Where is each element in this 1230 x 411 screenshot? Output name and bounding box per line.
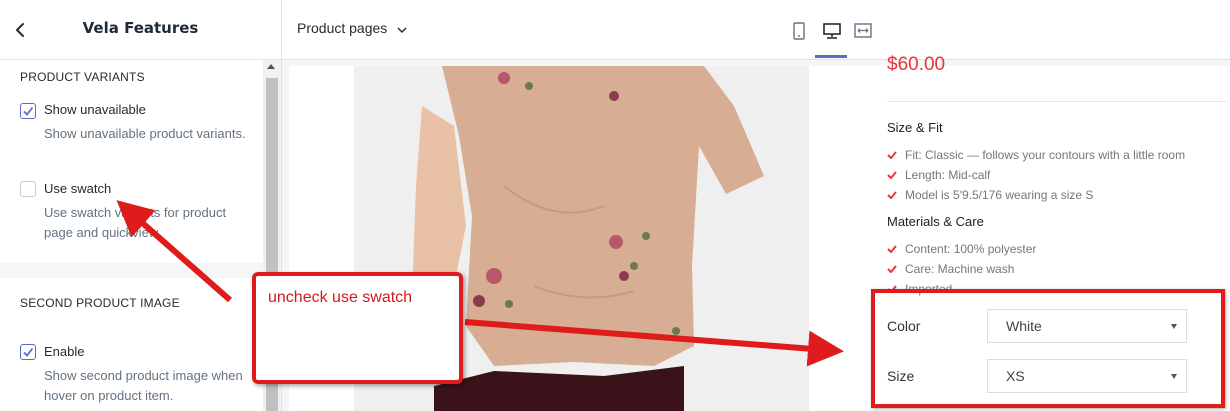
list-item: Model is 5'9.5/176 wearing a size S — [887, 188, 1093, 202]
checkbox-label[interactable]: Show unavailable — [44, 102, 146, 117]
desktop-view-button[interactable] — [816, 18, 846, 44]
sidebar-header: Vela Features — [0, 0, 281, 60]
list-item: Length: Mid-calf — [887, 168, 990, 182]
checkbox-help-text: Show unavailable product variants. — [44, 126, 246, 141]
chevron-down-icon — [397, 21, 407, 37]
checkmark-icon — [23, 347, 34, 357]
second-product-image-section: SECOND PRODUCT IMAGE Enable Show second … — [0, 278, 263, 411]
checkmark-icon — [23, 106, 34, 116]
sidebar-title: Vela Features — [82, 19, 199, 37]
list-item: Fit: Classic — follows your contours wit… — [887, 148, 1185, 162]
annotation-callout: uncheck use swatch — [252, 272, 463, 384]
check-icon — [887, 242, 897, 256]
page-type-label: Product pages — [297, 20, 388, 36]
check-icon — [887, 148, 897, 162]
product-price: $60.00 — [887, 54, 946, 75]
page-type-dropdown[interactable]: Product pages — [297, 20, 407, 37]
checkbox-help-text: Show second product image when hover on … — [44, 368, 243, 403]
check-icon — [887, 262, 897, 276]
list-item: Content: 100% polyester — [887, 242, 1036, 256]
desktop-icon — [823, 23, 841, 39]
product-variants-section: PRODUCT VARIANTS Show unavailable Show u… — [0, 60, 263, 263]
enable-checkbox[interactable] — [20, 344, 36, 360]
preview-toolbar: Product pages — [282, 0, 1230, 60]
section-heading: SECOND PRODUCT IMAGE — [20, 296, 180, 310]
size-fit-heading: Size & Fit — [887, 120, 943, 135]
section-heading: PRODUCT VARIANTS — [20, 70, 145, 84]
theme-editor: Vela Features PRODUCT VARIANTS Show unav… — [0, 0, 1230, 411]
divider — [887, 101, 1227, 102]
materials-heading: Materials & Care — [887, 214, 984, 229]
fullscreen-icon — [854, 23, 872, 38]
show-unavailable-checkbox[interactable] — [20, 103, 36, 119]
callout-text: uncheck use swatch — [268, 289, 413, 306]
mobile-view-button[interactable] — [785, 18, 815, 44]
checkbox-label[interactable]: Use swatch — [44, 181, 111, 196]
check-icon — [887, 188, 897, 202]
list-item: Care: Machine wash — [887, 262, 1014, 276]
check-icon — [887, 168, 897, 182]
use-swatch-checkbox[interactable] — [20, 181, 36, 197]
active-device-indicator — [815, 55, 847, 58]
checkbox-label[interactable]: Enable — [44, 344, 84, 359]
highlight-box — [871, 289, 1225, 408]
fullscreen-view-button[interactable] — [847, 18, 877, 44]
mobile-icon — [793, 22, 805, 40]
checkbox-help-text: Use swatch variants for product page and… — [44, 205, 227, 240]
scroll-up-icon[interactable] — [267, 64, 275, 69]
settings-sidebar: Vela Features PRODUCT VARIANTS Show unav… — [0, 0, 282, 411]
